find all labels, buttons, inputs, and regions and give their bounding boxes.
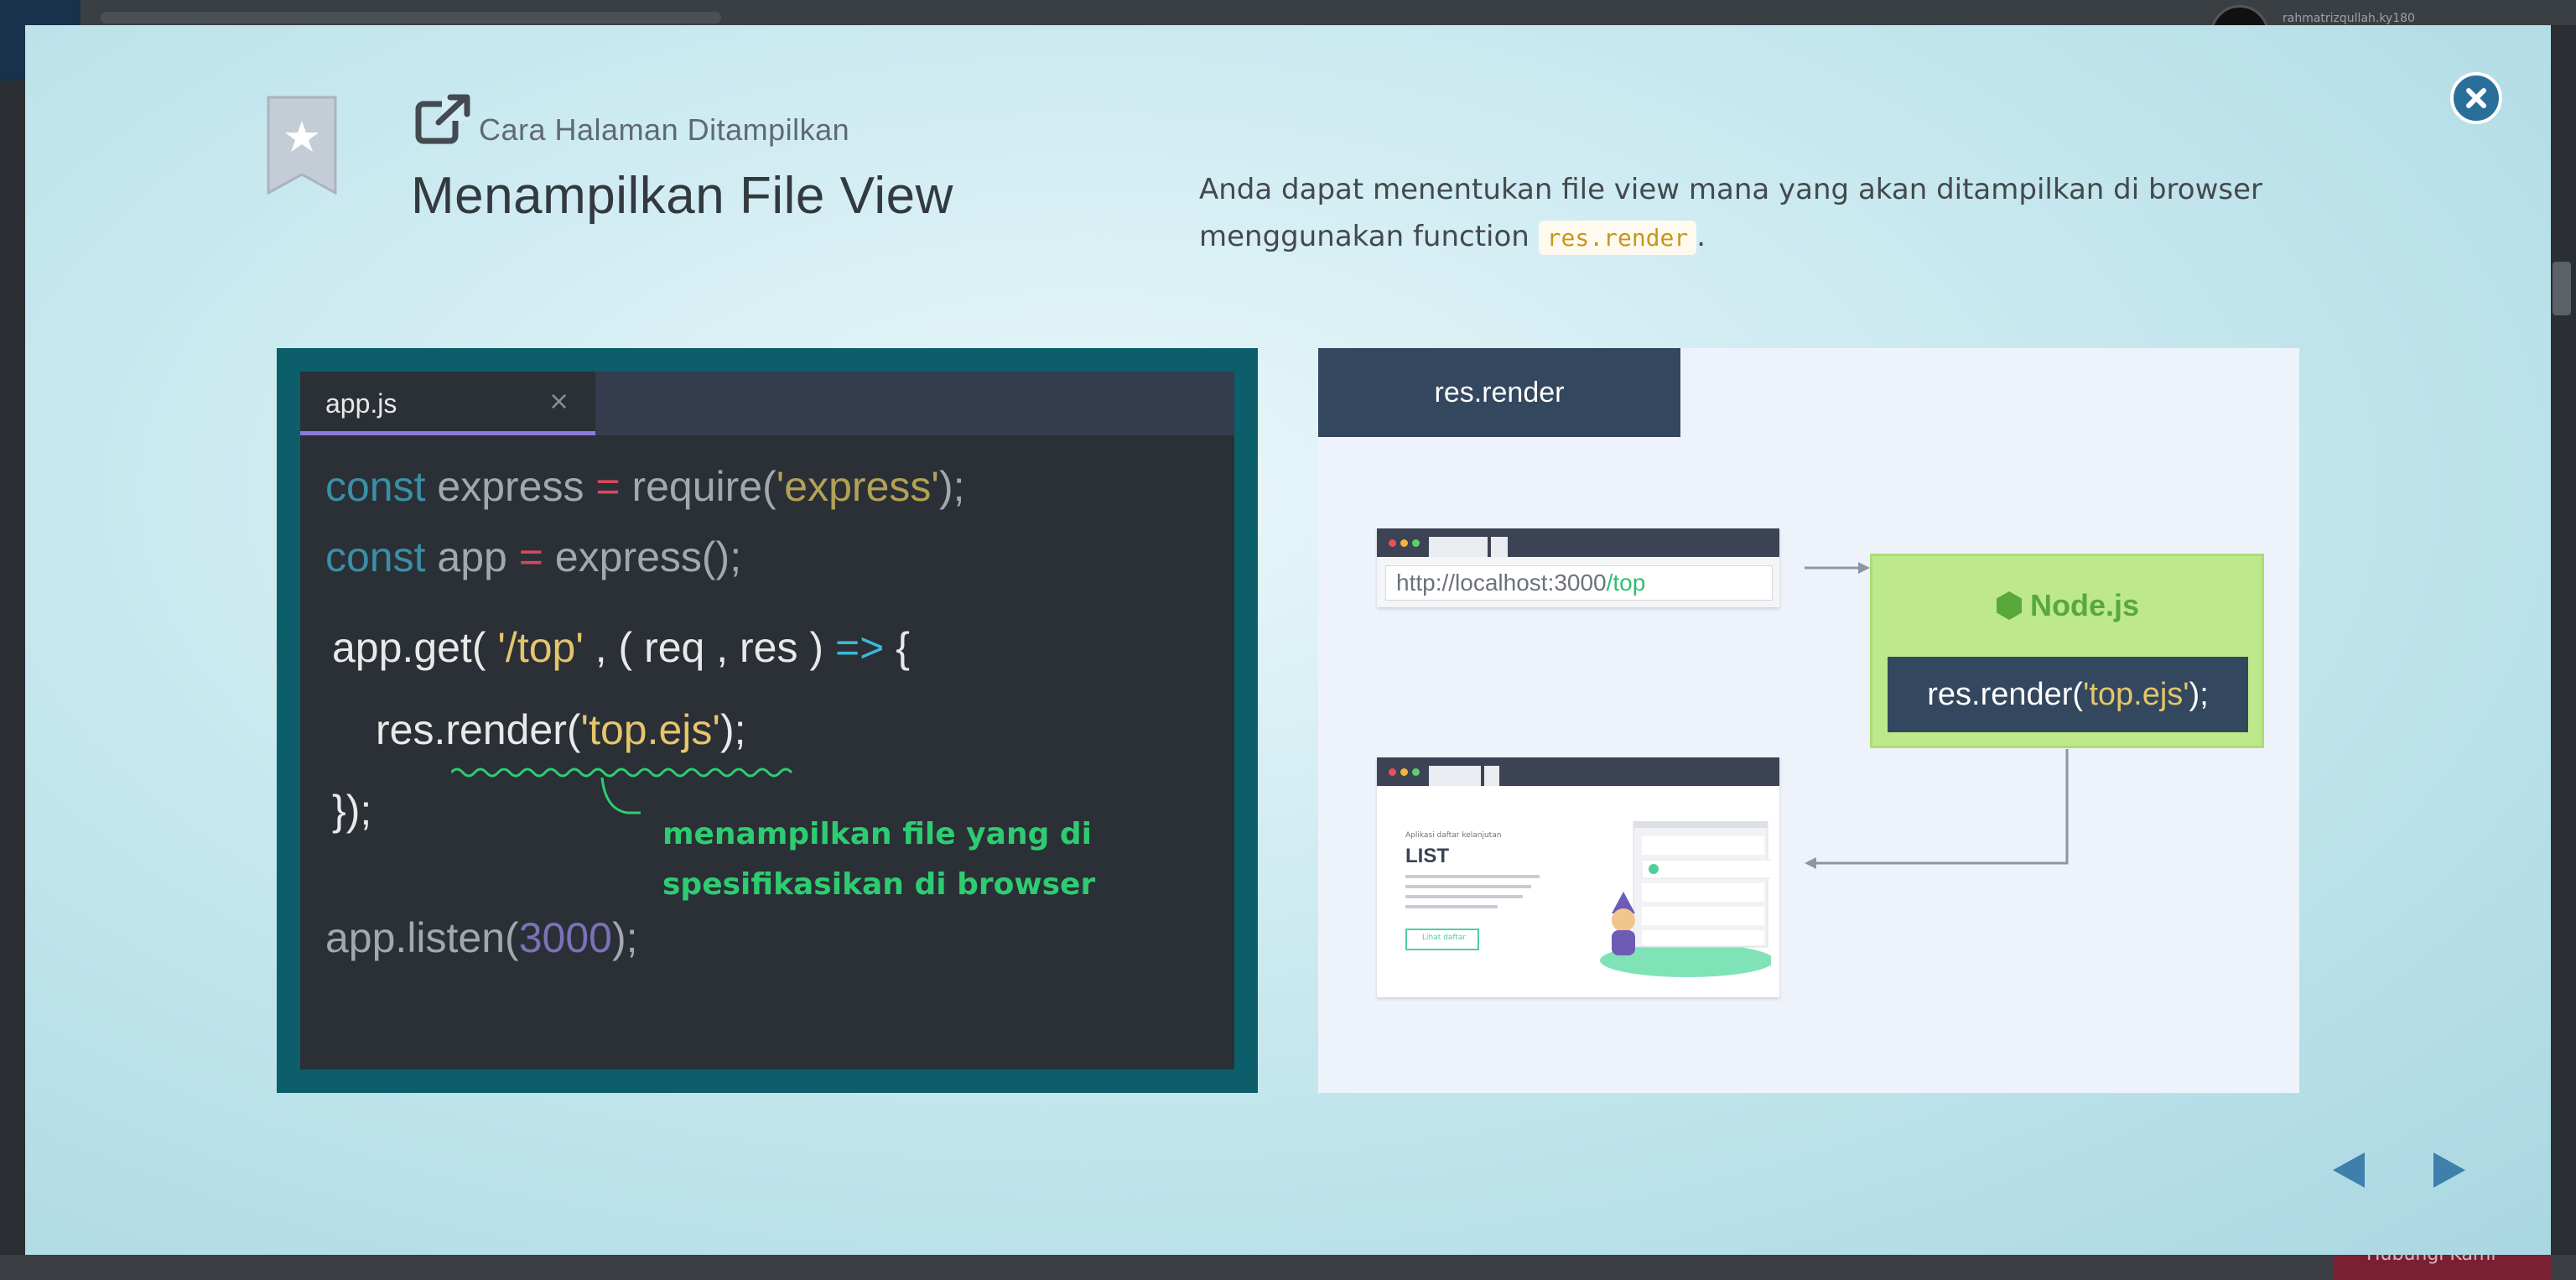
list-button: Lihat daftar bbox=[1405, 929, 1479, 950]
nodejs-box: Node.js res.render('top.ejs'); bbox=[1870, 554, 2264, 748]
next-slide-button[interactable] bbox=[2428, 1149, 2470, 1191]
browser-response: Aplikasi daftar kelanjutan LIST Lihat da… bbox=[1377, 757, 1779, 997]
code-text: app bbox=[425, 533, 519, 580]
browser-request: http://localhost:3000/top bbox=[1377, 528, 1779, 607]
editor-tab-label: app.js bbox=[325, 388, 397, 419]
browser-tab bbox=[1429, 537, 1488, 557]
nodejs-hexagon-icon bbox=[1996, 591, 2022, 620]
slide-description: Anda dapat menentukan file view mana yan… bbox=[1199, 166, 2289, 262]
list-title: LIST bbox=[1405, 845, 1449, 867]
browser-new-tab bbox=[1491, 537, 1508, 557]
url-field: http://localhost:3000/top bbox=[1385, 565, 1773, 601]
code-line-2: const app = express(); bbox=[325, 533, 741, 581]
code-string: 'top.ejs' bbox=[580, 706, 720, 753]
close-icon bbox=[2466, 88, 2486, 108]
list-description-lines bbox=[1405, 875, 1540, 915]
background-user-name: rahmatrizqullah.ky180 bbox=[2283, 12, 2415, 25]
code-text: { bbox=[884, 624, 910, 671]
editor-tabbar: app.js × bbox=[300, 372, 1234, 435]
triangle-left-icon bbox=[2333, 1153, 2365, 1188]
diagram-panel: res.render http://localhost:3000/top Nod… bbox=[1318, 348, 2299, 1093]
slide-subtitle: Cara Halaman Ditampilkan bbox=[479, 112, 850, 147]
window-dot-icon bbox=[1412, 768, 1420, 776]
tab-close-icon: × bbox=[548, 387, 570, 416]
window-dot-icon bbox=[1389, 768, 1396, 776]
diagram-tab-label: res.render bbox=[1434, 377, 1565, 408]
window-dot-icon bbox=[1400, 768, 1408, 776]
editor-tab-app-js: app.js × bbox=[300, 372, 595, 435]
background-bottom-bar: Hubungi Kami bbox=[0, 1230, 2576, 1280]
bookmark-star-icon bbox=[267, 96, 337, 195]
description-text: Anda dapat menentukan file view mana yan… bbox=[1199, 173, 2263, 253]
description-code: res.render bbox=[1538, 221, 1697, 255]
code-number: 3000 bbox=[518, 914, 612, 961]
code-string: '/top' bbox=[497, 624, 584, 671]
code-line-5: }); bbox=[332, 787, 372, 834]
background-search-bar bbox=[101, 12, 721, 23]
diagram-tab: res.render bbox=[1318, 348, 1680, 437]
code-text: ); bbox=[938, 463, 965, 510]
code-text: , ( req , res ) bbox=[583, 624, 835, 671]
background-scrollbar bbox=[2553, 262, 2571, 315]
window-dot-icon bbox=[1400, 539, 1408, 547]
browser-bar bbox=[1377, 528, 1779, 557]
annotation-line: menampilkan file yang di bbox=[662, 817, 1092, 851]
list-illustration bbox=[1600, 821, 1771, 977]
code-string: 'express' bbox=[776, 463, 939, 510]
code-text: res.render( bbox=[1927, 677, 2084, 712]
nodejs-title: Node.js bbox=[1872, 588, 2262, 623]
code-text: ); bbox=[611, 914, 638, 961]
external-link-icon bbox=[415, 94, 470, 144]
code-string: 'top.ejs' bbox=[2083, 677, 2189, 712]
code-line-1: const express = require('express'); bbox=[325, 462, 964, 511]
code-text: app.listen( bbox=[325, 914, 519, 961]
code-keyword: const bbox=[325, 463, 426, 510]
description-suffix: . bbox=[1696, 220, 1706, 253]
code-arrow: => bbox=[834, 624, 885, 671]
code-editor: app.js × const express = require('expres… bbox=[300, 372, 1234, 1069]
code-text: express(); bbox=[543, 533, 742, 580]
code-text: ); bbox=[2189, 677, 2209, 712]
code-text: res.render( bbox=[376, 706, 581, 753]
code-operator: = bbox=[595, 463, 621, 510]
browser-bar bbox=[1377, 757, 1779, 786]
code-keyword: const bbox=[325, 533, 426, 580]
list-button-label: Lihat daftar bbox=[1422, 934, 1467, 942]
url-base: http://localhost:3000 bbox=[1396, 570, 1607, 596]
code-line-6: app.listen(3000); bbox=[325, 913, 637, 962]
url-text: http://localhost:3000/top bbox=[1396, 570, 1645, 596]
annotation-line: spesifikasikan di browser bbox=[662, 867, 1096, 902]
browser-tab bbox=[1429, 766, 1481, 786]
list-caption: Aplikasi daftar kelanjutan bbox=[1405, 831, 1502, 840]
nodejs-code: res.render('top.ejs'); bbox=[1888, 657, 2248, 732]
url-path: /top bbox=[1606, 570, 1646, 596]
code-annotation: menampilkan file yang di spesifikasikan … bbox=[662, 809, 1095, 910]
code-text: require( bbox=[620, 463, 776, 510]
code-text: ); bbox=[719, 706, 746, 753]
nodejs-label: Node.js bbox=[2029, 588, 2140, 622]
slide-modal: Cara Halaman Ditampilkan Menampilkan Fil… bbox=[25, 25, 2551, 1255]
code-line-3: app.get( '/top' , ( req , res ) => { bbox=[332, 623, 910, 672]
code-text: express bbox=[425, 463, 596, 510]
slide-title: Menampilkan File View bbox=[411, 167, 953, 225]
triangle-right-icon bbox=[2433, 1153, 2465, 1188]
close-button[interactable] bbox=[2450, 72, 2502, 124]
code-line-4: res.render('top.ejs'); bbox=[376, 705, 745, 754]
browser-new-tab bbox=[1484, 766, 1499, 786]
code-panel: app.js × const express = require('expres… bbox=[277, 348, 1258, 1093]
code-text: app.get( bbox=[332, 624, 498, 671]
window-dot-icon bbox=[1412, 539, 1420, 547]
code-operator: = bbox=[518, 533, 543, 580]
window-dot-icon bbox=[1389, 539, 1396, 547]
previous-slide-button[interactable] bbox=[2328, 1149, 2370, 1191]
